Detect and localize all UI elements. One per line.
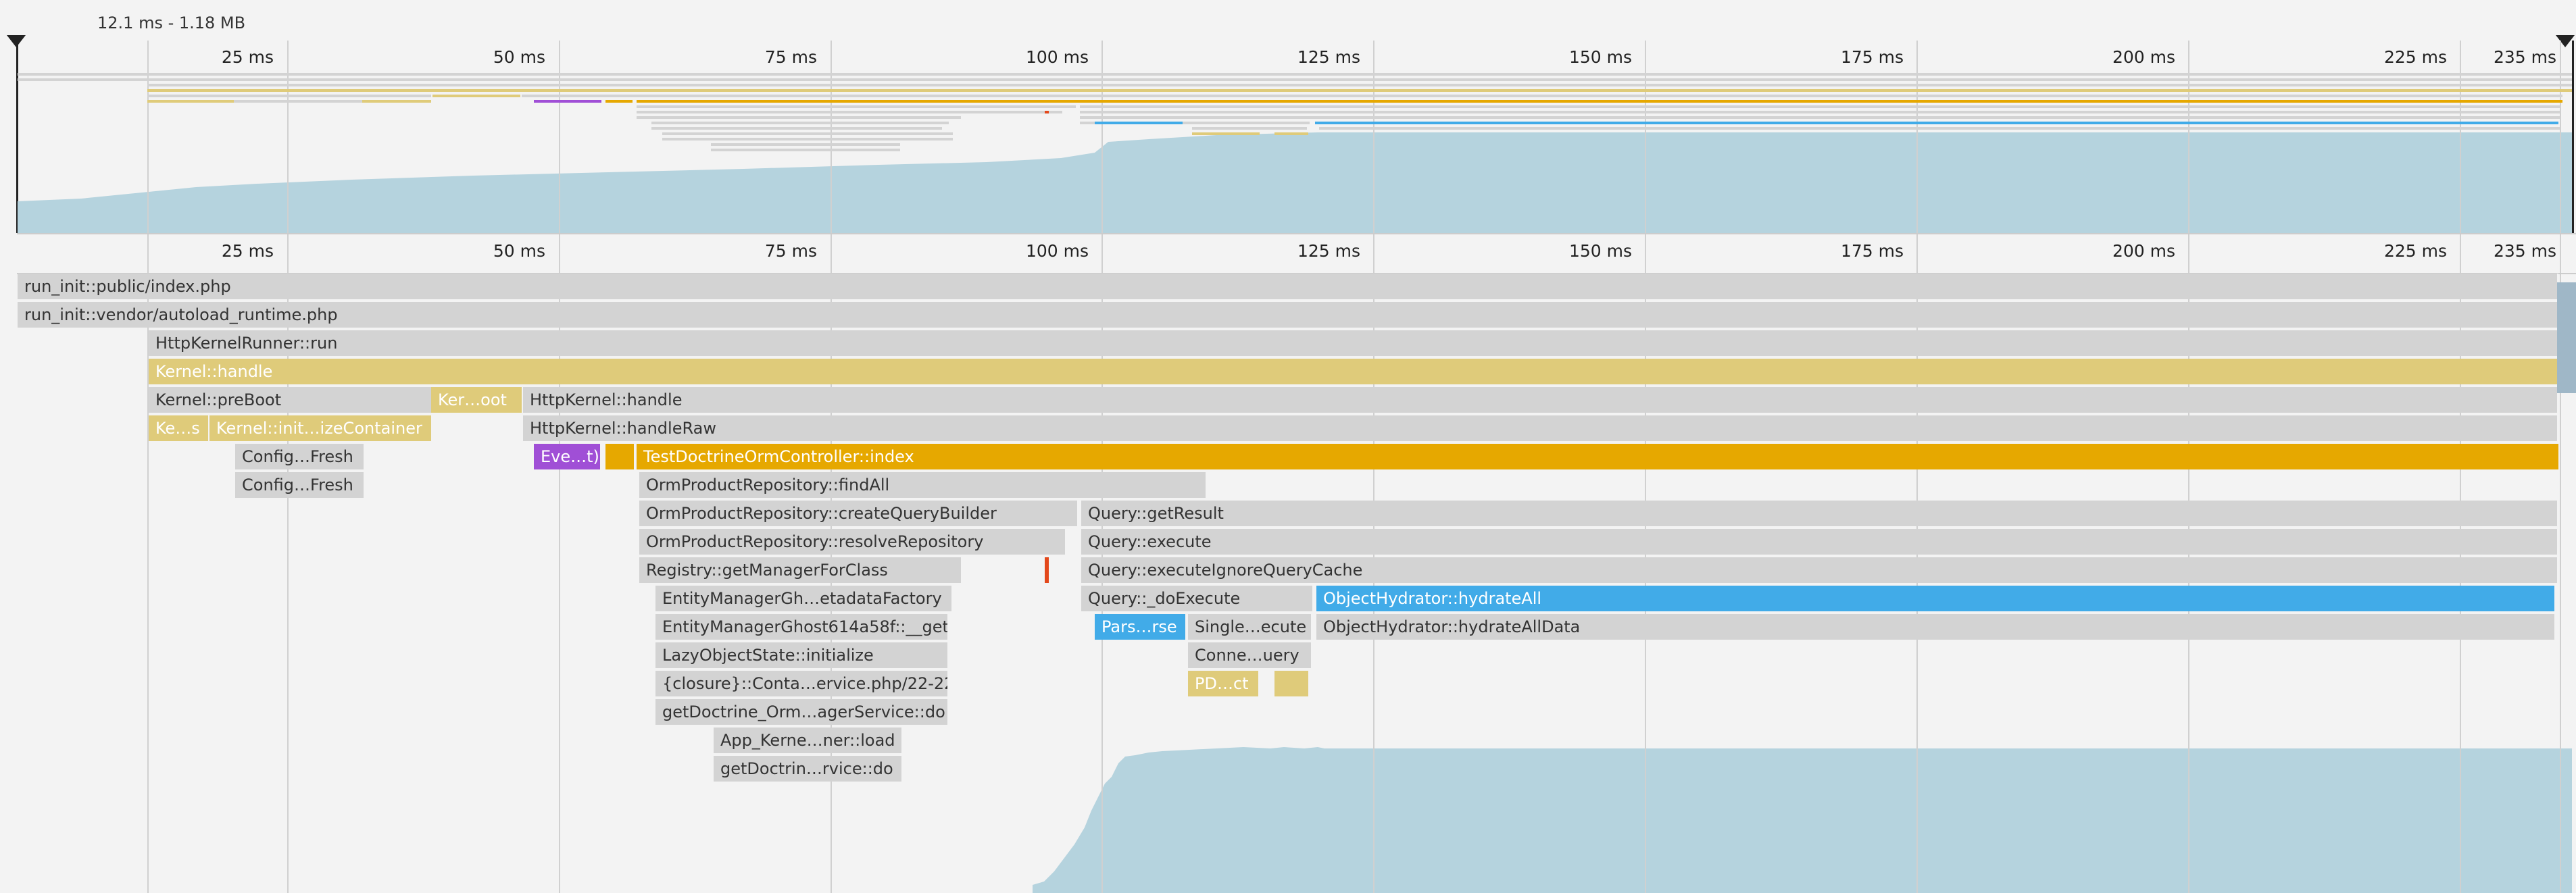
overview-call-bar xyxy=(18,78,2572,81)
flame-frame[interactable]: Conne…uery xyxy=(1188,642,1312,668)
flame-frame[interactable]: getDoctrine_Orm…agerService::do xyxy=(655,699,949,725)
flame-frame[interactable]: run_init::public/index.php xyxy=(18,274,2558,299)
overview-call-bar xyxy=(711,149,900,151)
flame-frame[interactable] xyxy=(1274,671,1310,696)
overview-call-bar xyxy=(1080,111,2560,113)
overview-call-bar xyxy=(1192,127,1307,130)
overview-call-bar xyxy=(147,89,2572,92)
overview-call-bar xyxy=(651,127,942,130)
overview-call-bar xyxy=(18,73,2572,76)
overview-tick-label: 175 ms xyxy=(1840,47,1904,67)
gridline xyxy=(147,41,149,893)
flame-frame[interactable]: HttpKernel::handleRaw xyxy=(523,415,2558,441)
flame-frame[interactable]: HttpKernelRunner::run xyxy=(149,330,2558,356)
axis-tick-label: 100 ms xyxy=(1025,241,1089,261)
overview-bottom-border xyxy=(17,233,2576,234)
axis-tick-label: 125 ms xyxy=(1297,241,1360,261)
axis-tick-label: 175 ms xyxy=(1840,241,1904,261)
flame-frame[interactable]: Registry::getManagerForClass xyxy=(639,557,962,583)
flame-frame[interactable]: App_Kerne…ner::load xyxy=(714,728,903,753)
overview-call-bar xyxy=(637,100,2562,103)
profiler-timeline: 12.1 ms - 1.18 MB 25 ms 50 ms 75 ms 100 ms 1… xyxy=(0,0,2576,893)
overview-call-bar xyxy=(147,95,431,97)
flame-frame[interactable]: Query::_doExecute xyxy=(1081,586,1314,611)
overview-call-bar xyxy=(637,105,1076,108)
axis-tick-label: 75 ms xyxy=(764,241,817,261)
overview-call-bar xyxy=(637,111,1062,113)
flame-frame[interactable]: Ker…oot xyxy=(431,387,523,413)
axis-tick-label: 200 ms xyxy=(2112,241,2175,261)
overview-call-bar xyxy=(147,84,2572,86)
overview-call-bar xyxy=(662,132,953,135)
flame-frame[interactable]: EntityManagerGh…etadataFactory xyxy=(655,586,953,611)
flame-frame[interactable]: Kernel::preBoot xyxy=(149,387,434,413)
flame-frame[interactable]: EntityManagerGhost614a58f::__get xyxy=(655,614,949,640)
flame-frame[interactable]: LazyObjectState::initialize xyxy=(655,642,949,668)
axis-tick-label: 150 ms xyxy=(1568,241,1632,261)
overview-call-bar xyxy=(1192,132,1260,135)
overview-call-bar xyxy=(1045,111,1049,113)
axis-tick-label: 50 ms xyxy=(493,241,545,261)
overview-call-bar xyxy=(651,122,949,124)
flame-frame[interactable]: TestDoctrineOrmController::index xyxy=(637,444,2560,469)
flame-frame[interactable]: Query::execute xyxy=(1081,529,2558,555)
overview-tick-label: 235 ms xyxy=(2493,47,2556,67)
flame-frame[interactable]: {closure}::Conta…ervice.php/22-22 xyxy=(655,671,949,696)
flame-frame[interactable]: PD…ct xyxy=(1188,671,1260,696)
flame-frame[interactable]: Config…Fresh xyxy=(235,472,365,498)
overview-call-bar xyxy=(534,100,601,103)
flame-frame[interactable]: Query::executeIgnoreQueryCache xyxy=(1081,557,2558,583)
flame-frame[interactable]: Eve…t) xyxy=(534,444,601,469)
overview-tick-label: 50 ms xyxy=(493,47,545,67)
flame-frame[interactable] xyxy=(1045,557,1049,583)
overview-tick-label: 225 ms xyxy=(2383,47,2447,67)
flame-frame[interactable]: Pars…rse xyxy=(1095,614,1187,640)
flame-frame[interactable]: Kernel::handle xyxy=(149,359,2572,384)
overview-call-bar xyxy=(1080,116,2560,119)
axis-tick-label: 25 ms xyxy=(221,241,274,261)
overview-call-bar xyxy=(662,138,953,141)
overview-call-bar xyxy=(432,95,520,97)
overview-tick-label: 150 ms xyxy=(1568,47,1632,67)
flame-frame[interactable] xyxy=(605,444,635,469)
axis-tick-label: 235 ms xyxy=(2493,241,2556,261)
overview-call-bar xyxy=(1080,105,2560,108)
flame-frame[interactable]: Query::getResult xyxy=(1081,501,2558,526)
flame-frame[interactable]: Kernel::init…izeContainer xyxy=(209,415,432,441)
overview-call-bar xyxy=(522,95,2562,97)
overview-tick-label: 25 ms xyxy=(221,47,274,67)
flame-frame[interactable]: OrmProductRepository::createQueryBuilder xyxy=(639,501,1079,526)
flame-frame[interactable]: ObjectHydrator::hydrateAllData xyxy=(1316,614,2556,640)
overview-tick-label: 75 ms xyxy=(764,47,817,67)
overview-tick-label: 125 ms xyxy=(1297,47,1360,67)
flame-frame[interactable]: getDoctrin…rvice::do xyxy=(714,756,903,782)
flame-frame[interactable]: HttpKernel::handle xyxy=(523,387,2558,413)
flame-frame[interactable]: Config…Fresh xyxy=(235,444,365,469)
flame-frame[interactable]: Single…ecute xyxy=(1188,614,1312,640)
overview-tick-label: 100 ms xyxy=(1025,47,1089,67)
overview-call-bar xyxy=(711,143,900,146)
axis-tick-label: 225 ms xyxy=(2383,241,2447,261)
flame-frame[interactable]: run_init::vendor/autoload_runtime.php xyxy=(18,302,2558,328)
overview-call-bar xyxy=(1095,122,1183,124)
overview-call-bar xyxy=(605,100,633,103)
overview-call-bar xyxy=(637,116,961,119)
overview-call-bar xyxy=(234,100,362,103)
flame-frame[interactable]: Ke…s xyxy=(149,415,209,441)
flame-frame[interactable]: ObjectHydrator::hydrateAll xyxy=(1316,586,2556,611)
gridline xyxy=(2560,41,2561,893)
overview-tick-label: 200 ms xyxy=(2112,47,2175,67)
flame-memory-area xyxy=(1033,747,2572,893)
flame-frame[interactable]: OrmProductRepository::findAll xyxy=(639,472,1207,498)
flame-scroll-indicator[interactable] xyxy=(2557,282,2576,393)
overview-call-bar xyxy=(1315,122,2558,124)
overview-call-bar xyxy=(1274,132,1308,135)
overview-call-bar xyxy=(1319,127,2560,130)
flame-frame[interactable]: OrmProductRepository::resolveRepository xyxy=(639,529,1066,555)
